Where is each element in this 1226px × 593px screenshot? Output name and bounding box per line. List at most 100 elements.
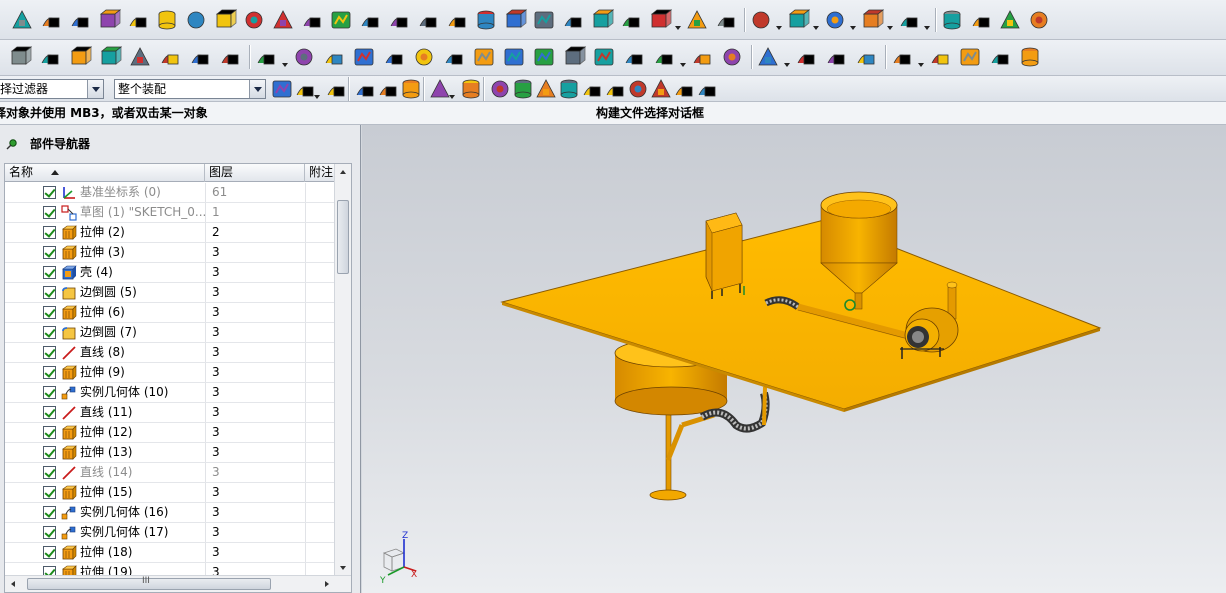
texture-icon[interactable] xyxy=(652,45,676,69)
visibility-checkbox[interactable] xyxy=(43,486,56,499)
visibility-checkbox[interactable] xyxy=(43,186,56,199)
end-point-icon[interactable] xyxy=(488,77,512,101)
feature-row[interactable]: 壳 (4) 3 xyxy=(5,263,335,283)
visibility-checkbox[interactable] xyxy=(43,386,56,399)
spreadsheet-icon[interactable] xyxy=(854,45,878,69)
feature-row[interactable]: 拉伸 (12) 3 xyxy=(5,423,335,443)
graphics-viewport[interactable]: Z X Y xyxy=(362,125,1226,593)
feature-row[interactable]: 直线 (14) 3 xyxy=(5,463,335,483)
shading-icon[interactable] xyxy=(292,45,316,69)
swept-feature-icon[interactable] xyxy=(445,8,469,32)
thicken-icon[interactable] xyxy=(387,8,411,32)
feature-row[interactable]: 直线 (8) 3 xyxy=(5,343,335,363)
existing-point-icon[interactable] xyxy=(626,77,650,101)
visibility-checkbox[interactable] xyxy=(43,346,56,359)
tree-vertical-scrollbar[interactable] xyxy=(334,164,351,576)
chevron-down-icon[interactable] xyxy=(314,95,320,99)
boolean-icon[interactable] xyxy=(126,8,150,32)
visibility-checkbox[interactable] xyxy=(43,466,56,479)
lighting-icon[interactable] xyxy=(352,45,376,69)
feature-row[interactable]: 边倒圆 (5) 3 xyxy=(5,283,335,303)
palette-icon[interactable] xyxy=(472,45,496,69)
cylinder-icon[interactable] xyxy=(300,8,324,32)
visibility-checkbox[interactable] xyxy=(43,226,56,239)
control-point-icon[interactable] xyxy=(534,77,558,101)
feature-row[interactable]: 基准坐标系 (0) 61 xyxy=(5,183,335,203)
extrude-icon[interactable] xyxy=(474,8,498,32)
feature-row[interactable]: 拉伸 (6) 3 xyxy=(5,303,335,323)
cube-view-icon[interactable] xyxy=(695,77,719,101)
sweep-icon[interactable] xyxy=(329,8,353,32)
feature-row[interactable]: 拉伸 (9) 3 xyxy=(5,363,335,383)
edge-blend-icon[interactable] xyxy=(503,8,527,32)
curve-icon[interactable] xyxy=(619,8,643,32)
scroll-down-icon[interactable] xyxy=(340,566,346,570)
storage-icon[interactable] xyxy=(958,45,982,69)
visibility-checkbox[interactable] xyxy=(43,286,56,299)
chevron-down-icon[interactable] xyxy=(776,26,782,30)
chevron-down-icon[interactable] xyxy=(850,26,856,30)
view-triad[interactable]: Z X Y xyxy=(379,531,417,586)
feature-row[interactable]: 拉伸 (15) 3 xyxy=(5,483,335,503)
studio-icon[interactable] xyxy=(592,45,616,69)
visibility-checkbox[interactable] xyxy=(43,406,56,419)
cylinder-pad-icon[interactable] xyxy=(39,8,63,32)
layer-settings-icon[interactable] xyxy=(8,45,32,69)
move-component-icon[interactable] xyxy=(786,8,810,32)
visibility-checkbox[interactable] xyxy=(43,306,56,319)
feature-row[interactable]: 拉伸 (3) 3 xyxy=(5,243,335,263)
move-icon[interactable] xyxy=(98,45,122,69)
rotate-icon[interactable] xyxy=(998,8,1022,32)
tree-horizontal-scrollbar[interactable]: III xyxy=(5,575,351,592)
vertical-scroll-thumb[interactable] xyxy=(337,200,349,274)
clearance-icon[interactable] xyxy=(860,8,884,32)
chevron-down-icon[interactable] xyxy=(675,26,681,30)
tools-icon[interactable] xyxy=(128,45,152,69)
arc-center-icon[interactable] xyxy=(580,77,604,101)
grid-surface-icon[interactable] xyxy=(969,8,993,32)
spring-icon[interactable] xyxy=(988,45,1012,69)
pattern-icon[interactable] xyxy=(213,8,237,32)
plane-icon[interactable] xyxy=(271,8,295,32)
visibility-checkbox[interactable] xyxy=(43,366,56,379)
chamfer-icon[interactable] xyxy=(97,8,121,32)
scroll-up-icon[interactable] xyxy=(340,170,346,174)
assembly-scope-combo[interactable]: 整个装配 xyxy=(114,79,266,99)
mid-point-icon[interactable] xyxy=(511,77,535,101)
mesh-surface-icon[interactable] xyxy=(940,8,964,32)
table-icon[interactable] xyxy=(824,45,848,69)
text-icon[interactable] xyxy=(188,45,212,69)
color-edge-icon[interactable] xyxy=(562,45,586,69)
visibility-checkbox[interactable] xyxy=(43,246,56,259)
eye-icon[interactable] xyxy=(382,45,406,69)
visibility-checkbox[interactable] xyxy=(43,526,56,539)
selection-filter-combo[interactable]: 选择过滤器 xyxy=(0,79,104,99)
chevron-down-icon[interactable] xyxy=(282,63,288,67)
selection-filter-dropdown-icon[interactable] xyxy=(87,80,103,98)
brush-icon[interactable] xyxy=(1018,45,1042,69)
block-icon[interactable] xyxy=(10,8,34,32)
dimension-icon[interactable] xyxy=(68,45,92,69)
bridge-icon[interactable] xyxy=(532,8,556,32)
layer-blocks-icon[interactable] xyxy=(928,45,952,69)
visibility-checkbox[interactable] xyxy=(43,206,56,219)
chevron-down-icon[interactable] xyxy=(918,63,924,67)
column-layer-header[interactable]: 图层 xyxy=(205,164,305,182)
mate-icon[interactable] xyxy=(823,8,847,32)
scene-icon[interactable] xyxy=(322,45,346,69)
layout-icon[interactable] xyxy=(685,8,709,32)
view-icon[interactable] xyxy=(353,77,377,101)
column-name-header[interactable]: 名称 xyxy=(5,164,205,182)
chevron-down-icon[interactable] xyxy=(680,63,686,67)
point-cloud-icon[interactable] xyxy=(459,77,483,101)
wire-icon[interactable] xyxy=(622,45,646,69)
visibility-checkbox[interactable] xyxy=(43,266,56,279)
point-icon[interactable] xyxy=(242,8,266,32)
layer-icon[interactable] xyxy=(38,45,62,69)
feature-row[interactable]: 拉伸 (13) 3 xyxy=(5,443,335,463)
chevron-down-icon[interactable] xyxy=(813,26,819,30)
cube-icon[interactable] xyxy=(68,8,92,32)
person-icon[interactable] xyxy=(442,45,466,69)
lasso-icon[interactable] xyxy=(399,77,423,101)
feature-row[interactable]: 直线 (11) 3 xyxy=(5,403,335,423)
